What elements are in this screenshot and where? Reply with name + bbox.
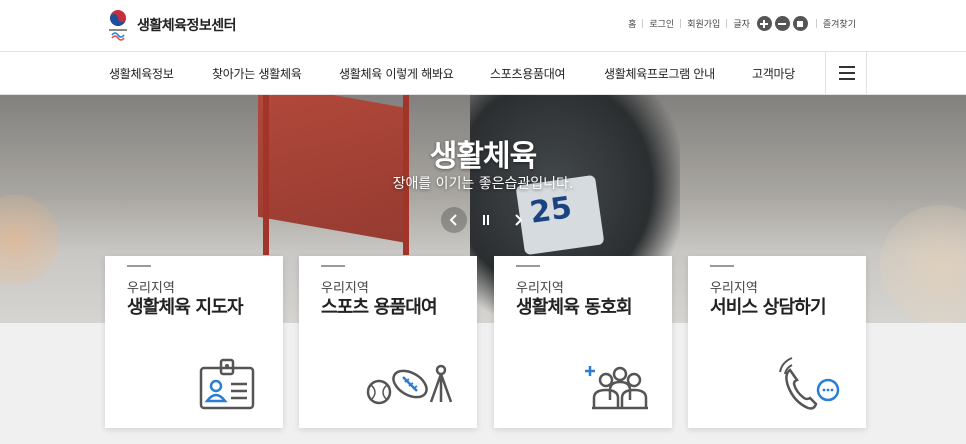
chevron-left-icon bbox=[449, 214, 457, 226]
card-instructor[interactable]: 우리지역 생활체육 지도자 bbox=[105, 256, 283, 428]
favorites-link[interactable]: 즐겨찾기 bbox=[817, 17, 862, 30]
chevron-right-icon bbox=[515, 214, 523, 226]
font-decrease-button[interactable] bbox=[774, 16, 790, 31]
hero-subtitle: 장애를 이기는 좋은습관입니다. bbox=[392, 176, 574, 192]
signup-link[interactable]: 회원가입 bbox=[681, 17, 726, 30]
top-header: 생활체육정보센터 홈 로그인 회원가입 글자 즐겨찾기 bbox=[0, 0, 966, 52]
font-increase-button[interactable] bbox=[756, 16, 772, 31]
card-title: 생활체육 지도자 bbox=[127, 297, 244, 318]
card-title: 생활체육 동호회 bbox=[516, 297, 633, 318]
slide-prev-button[interactable] bbox=[441, 207, 467, 233]
font-size-label: 글자 bbox=[733, 20, 750, 30]
card-title: 서비스 상담하기 bbox=[710, 297, 827, 318]
home-link[interactable]: 홈 bbox=[622, 17, 642, 30]
nav-item-programs[interactable]: 생활체육프로그램 안내 bbox=[604, 65, 715, 82]
logo-text: 생활체육정보센터 bbox=[137, 18, 237, 34]
site-logo[interactable]: 생활체육정보센터 bbox=[103, 7, 237, 43]
utility-menu: 홈 로그인 회원가입 글자 즐겨찾기 bbox=[622, 16, 862, 31]
hero-title: 생활체육 bbox=[429, 139, 537, 174]
main-navigation: 생활체육정보 찾아가는 생활체육 생활체육 이렇게 해봐요 스포츠용품대여 생활… bbox=[0, 52, 966, 95]
slide-pause-button[interactable] bbox=[473, 207, 499, 233]
nav-item-visiting[interactable]: 찾아가는 생활체육 bbox=[212, 65, 302, 82]
nav-item-info[interactable]: 생활체육정보 bbox=[109, 65, 174, 82]
menu-icon[interactable] bbox=[825, 52, 867, 95]
phone-chat-icon bbox=[779, 357, 840, 410]
nav-item-rental[interactable]: 스포츠용품대여 bbox=[490, 65, 565, 82]
logo-emblem-icon bbox=[103, 7, 133, 43]
id-card-icon bbox=[199, 358, 255, 410]
card-equipment-rental[interactable]: 우리지역 스포츠 용품대여 bbox=[299, 256, 477, 428]
login-link[interactable]: 로그인 bbox=[643, 17, 680, 30]
card-title: 스포츠 용품대여 bbox=[321, 297, 438, 318]
card-consultation[interactable]: 우리지역 서비스 상담하기 bbox=[688, 256, 866, 428]
nav-item-customer[interactable]: 고객마당 bbox=[752, 65, 795, 82]
card-club[interactable]: 우리지역 생활체육 동호회 bbox=[494, 256, 672, 428]
pause-icon bbox=[483, 215, 489, 225]
nav-item-howto[interactable]: 생활체육 이렇게 해봐요 bbox=[339, 65, 454, 82]
group-people-icon bbox=[585, 366, 648, 410]
slide-next-button[interactable] bbox=[505, 207, 531, 233]
sports-equipment-icon bbox=[366, 364, 453, 405]
font-reset-button[interactable] bbox=[792, 16, 808, 31]
